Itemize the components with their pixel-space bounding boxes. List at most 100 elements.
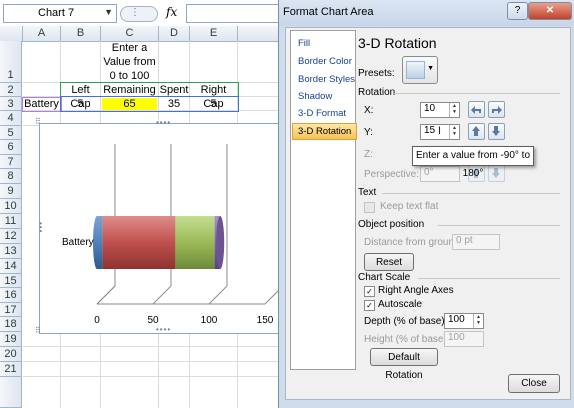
rotate-left-icon[interactable] xyxy=(468,101,485,118)
select-all-corner[interactable] xyxy=(0,26,23,41)
ellipsis-icon: ⋮ xyxy=(130,7,140,18)
autoscale-checkbox[interactable]: ✓ xyxy=(364,300,375,311)
row-header-14[interactable]: 14 xyxy=(0,259,22,274)
perspective-label: Perspective: xyxy=(364,169,420,180)
help-button[interactable]: ? xyxy=(507,2,528,20)
row-header-1[interactable]: 1 xyxy=(0,41,22,83)
row-header-4[interactable]: 4 xyxy=(0,111,22,126)
row-header-6[interactable]: 6 xyxy=(0,140,22,155)
bar-segment-left-cap[interactable] xyxy=(93,216,103,269)
row-header-21[interactable]: 21 xyxy=(0,362,22,377)
row-header-2[interactable]: 2 xyxy=(0,83,22,97)
nav-3d-rotation[interactable]: 3-D Rotation xyxy=(292,123,357,140)
default-rotation-button[interactable]: Default Rotation xyxy=(370,348,438,381)
row-header-9[interactable]: 9 xyxy=(0,184,22,199)
values-range-highlight xyxy=(60,96,239,112)
rotate-right-icon[interactable] xyxy=(488,101,505,118)
row-header-12[interactable]: 12 xyxy=(0,229,22,244)
row-header-10[interactable]: 10 xyxy=(0,199,22,214)
depth-value: 100 xyxy=(448,314,465,325)
nav-border-styles[interactable]: Border Styles xyxy=(293,72,356,87)
distance-from-ground-label: Distance from ground: xyxy=(364,237,463,248)
column-header-a[interactable]: A xyxy=(23,26,61,41)
bar-segment-right-cap[interactable] xyxy=(214,216,225,269)
x-rotation-input[interactable]: 10 ▲ ▼ xyxy=(420,102,460,118)
cell-c1-line3: 0 to 100 xyxy=(109,70,150,82)
row-header-7[interactable]: 7 xyxy=(0,155,22,169)
dialog-title: Format Chart Area xyxy=(283,6,374,18)
chart-plot: 0 50 100 150 Battery xyxy=(62,144,279,326)
series-name-range-highlight xyxy=(60,82,239,97)
x-tick-label-150: 150 xyxy=(257,315,274,326)
nav-fill[interactable]: Fill xyxy=(293,36,356,51)
column-header-f[interactable] xyxy=(238,26,278,41)
presets-dropdown[interactable]: ▼ xyxy=(402,56,438,84)
column-header-e[interactable]: E xyxy=(190,26,238,41)
spin-arrows-icon[interactable]: ▲ ▼ xyxy=(449,103,459,117)
rotation-panel: 3-D Rotation Presets: ▼ Rotation X: 10 ▲… xyxy=(354,30,566,381)
perspective-value: 0° xyxy=(424,167,434,178)
gridline-floor-100 xyxy=(208,285,228,305)
rotate-down-icon[interactable] xyxy=(488,123,505,140)
row-header-20[interactable]: 20 xyxy=(0,347,22,362)
chart-scale-section-label: Chart Scale xyxy=(358,272,411,283)
cell-c1-line1: Enter a xyxy=(111,42,148,54)
cell-c1-line2: Value from xyxy=(103,56,156,68)
chart-object[interactable]: •••• •••• ••• ⠿ ⠿ 0 50 100 150 Battery xyxy=(35,117,280,335)
nav-3d-format[interactable]: 3-D Format xyxy=(293,106,356,121)
column-header-c[interactable]: C xyxy=(101,26,159,41)
row-header-16[interactable]: 16 xyxy=(0,288,22,303)
spin-arrows-icon[interactable]: ▲ ▼ xyxy=(473,314,483,328)
formula-bar-input[interactable] xyxy=(186,4,279,23)
depth-input[interactable]: 100 ▲ ▼ xyxy=(444,313,484,329)
row-header-5[interactable]: 5 xyxy=(0,126,22,140)
distance-from-ground-input: 0 pt xyxy=(452,234,500,250)
row-header-11[interactable]: 11 xyxy=(0,214,22,229)
insert-function-button[interactable]: fx xyxy=(166,5,177,19)
bar-segment-spent[interactable] xyxy=(175,216,215,269)
keep-text-flat-label: Keep text flat xyxy=(380,201,439,212)
gridline-floor-150 xyxy=(264,289,279,305)
column-header-b[interactable]: B xyxy=(61,26,101,41)
nav-border-color[interactable]: Border Color xyxy=(293,54,356,69)
text-cursor-icon: I xyxy=(438,125,442,137)
row-header-13[interactable]: 13 xyxy=(0,244,22,259)
close-button[interactable]: Close xyxy=(508,374,560,393)
preset-swatch-icon xyxy=(406,61,425,79)
nav-shadow[interactable]: Shadow xyxy=(293,89,356,104)
bar-segment-remaining[interactable] xyxy=(102,216,176,269)
text-section-label: Text xyxy=(358,187,377,198)
row-header-18[interactable]: 18 xyxy=(0,317,22,332)
row-header-19[interactable]: 19 xyxy=(0,332,22,347)
autoscale-label: Autoscale xyxy=(378,299,422,310)
gridline-floor-0 xyxy=(96,285,116,305)
column-header-d[interactable]: D xyxy=(159,26,190,41)
format-chart-area-dialog: Format Chart Area ? ✕ Fill Border Color … xyxy=(278,0,574,408)
row-header-3[interactable]: 3 xyxy=(0,97,22,111)
nav-list: Fill Border Color Border Styles Shadow 3… xyxy=(290,30,357,370)
depth-label: Depth (% of base) xyxy=(364,316,445,327)
row-header-15[interactable]: 15 xyxy=(0,274,22,288)
x-tick-label-0: 0 xyxy=(94,315,100,326)
column-header-bar: A B C D E xyxy=(0,26,278,42)
rotate-up-icon[interactable] xyxy=(468,123,485,140)
name-box[interactable]: Chart 7 ▼ xyxy=(3,4,117,23)
x-rotation-value: 10 xyxy=(424,103,436,114)
reset-button[interactable]: Reset xyxy=(364,253,414,271)
formula-expand-button[interactable]: ⋮ xyxy=(120,6,158,22)
row-header-blank xyxy=(0,377,22,408)
keep-text-flat-checkbox xyxy=(364,202,375,213)
close-icon[interactable]: ✕ xyxy=(528,2,572,20)
row-header-17[interactable]: 17 xyxy=(0,303,22,317)
x-tick-label-100: 100 xyxy=(201,315,218,326)
spin-arrows-icon[interactable]: ▲ ▼ xyxy=(449,125,459,139)
y-rotation-value: 15 xyxy=(424,125,436,136)
cell-c1[interactable]: Enter a Value from 0 to 100 xyxy=(101,41,158,83)
panel-heading: 3-D Rotation xyxy=(358,35,437,51)
row-header-8[interactable]: 8 xyxy=(0,169,22,184)
height-value: 100 xyxy=(448,332,465,343)
right-angle-axes-checkbox[interactable]: ✓ xyxy=(364,286,375,297)
chevron-down-icon[interactable]: ▼ xyxy=(104,7,113,17)
dialog-titlebar[interactable]: Format Chart Area ? ✕ xyxy=(279,0,574,26)
distance-from-ground-value: 0 pt xyxy=(456,235,473,246)
